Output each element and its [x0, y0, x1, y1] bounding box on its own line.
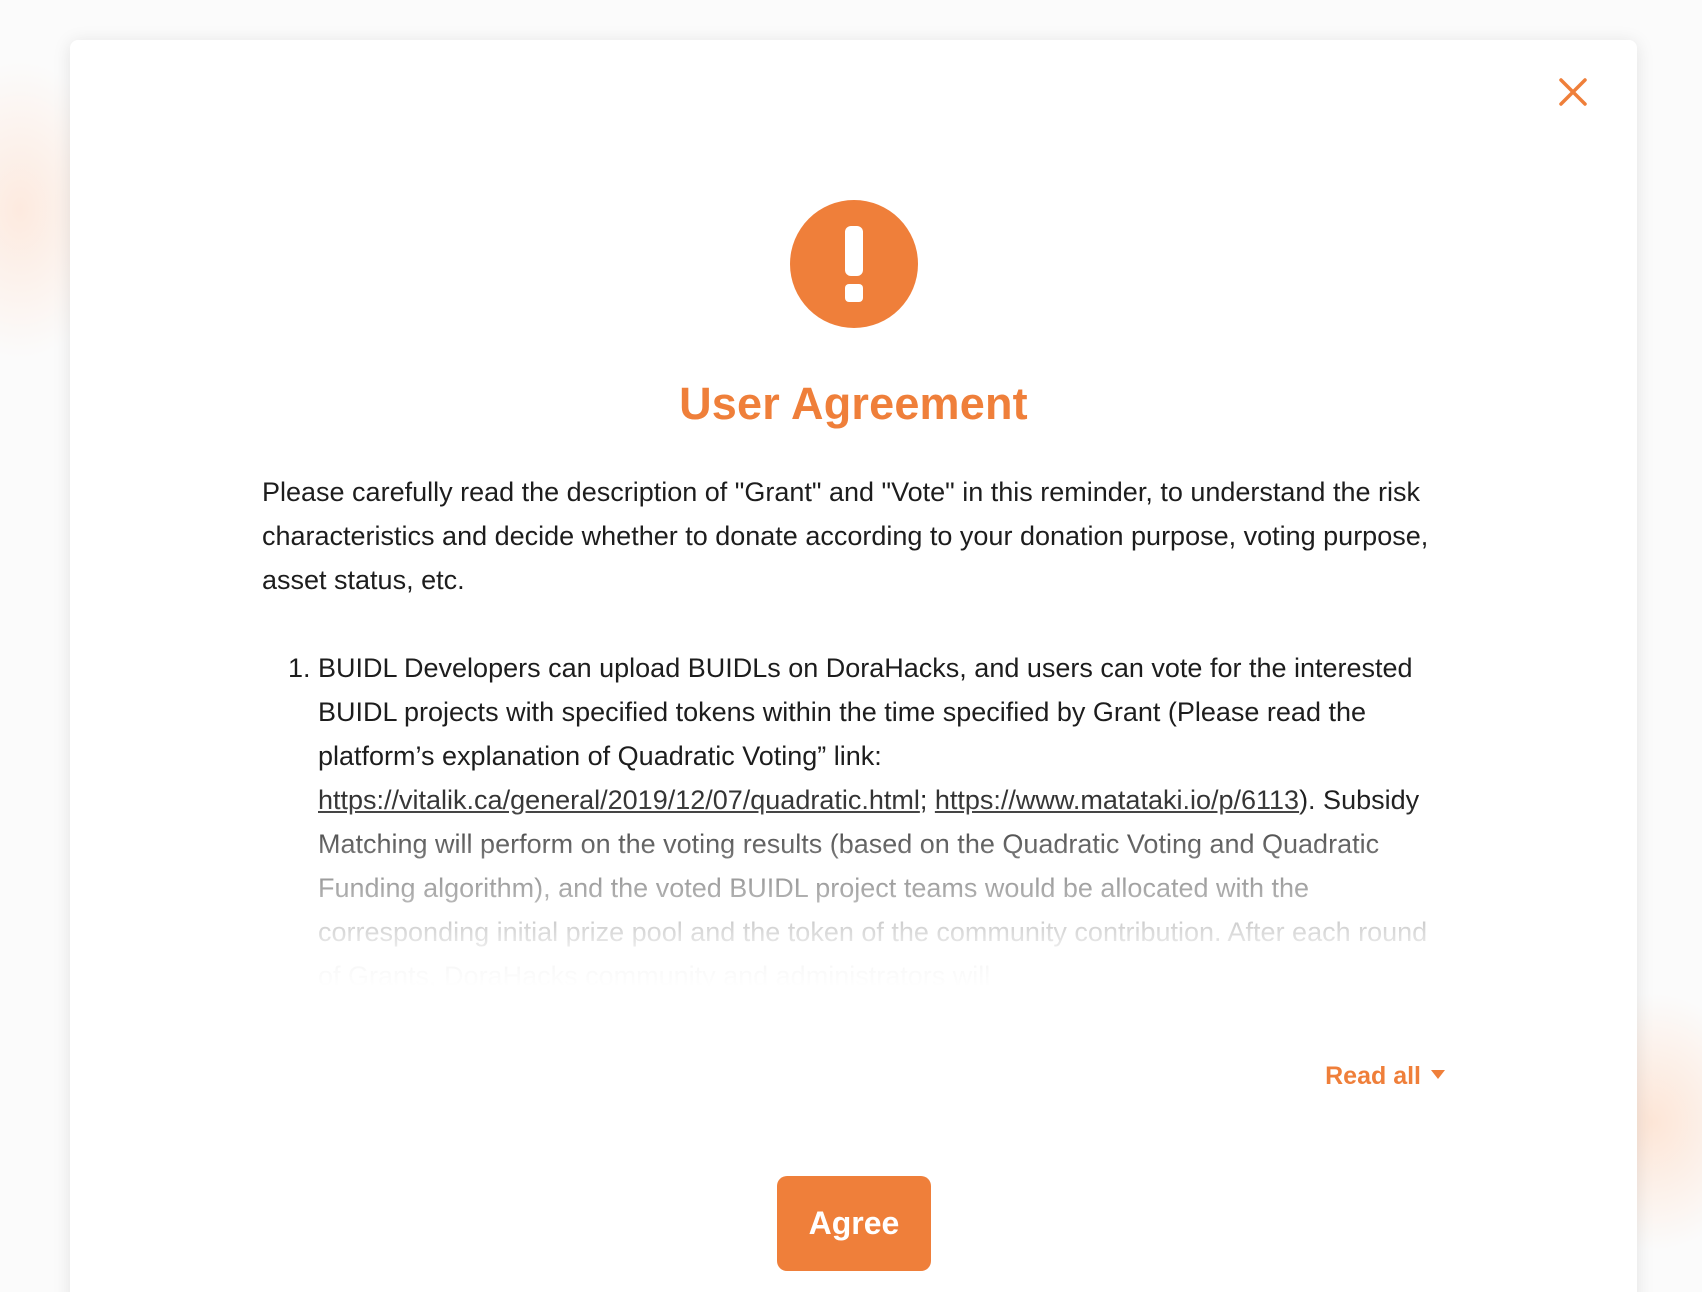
- quadratic-voting-link[interactable]: https://vitalik.ca/general/2019/12/07/qu…: [318, 785, 920, 815]
- matataki-link[interactable]: https://www.matataki.io/p/6113: [935, 785, 1299, 815]
- agreement-intro: Please carefully read the description of…: [262, 477, 1429, 595]
- agree-button[interactable]: Agree: [777, 1176, 931, 1271]
- link-separator: ;: [919, 785, 935, 815]
- close-icon: [1559, 78, 1587, 106]
- read-all-toggle[interactable]: Read all: [1325, 1062, 1445, 1091]
- modal-title: User Agreement: [679, 378, 1028, 429]
- exclamation-circle-icon: [790, 200, 918, 328]
- term-text-after-links: ). Subsidy Matching will perform on the …: [318, 785, 1428, 991]
- caret-down-icon: [1431, 1070, 1445, 1079]
- term-text-before-links: BUIDL Developers can upload BUIDLs on Do…: [318, 653, 1413, 771]
- terms-list: BUIDL Developers can upload BUIDLs on Do…: [262, 646, 1442, 998]
- agreement-content[interactable]: Please carefully read the description of…: [262, 470, 1442, 1017]
- term-item-1: BUIDL Developers can upload BUIDLs on Do…: [318, 646, 1442, 998]
- read-all-label: Read all: [1325, 1062, 1421, 1090]
- user-agreement-modal: User Agreement Please carefully read the…: [70, 40, 1637, 1292]
- close-button[interactable]: [1553, 72, 1593, 112]
